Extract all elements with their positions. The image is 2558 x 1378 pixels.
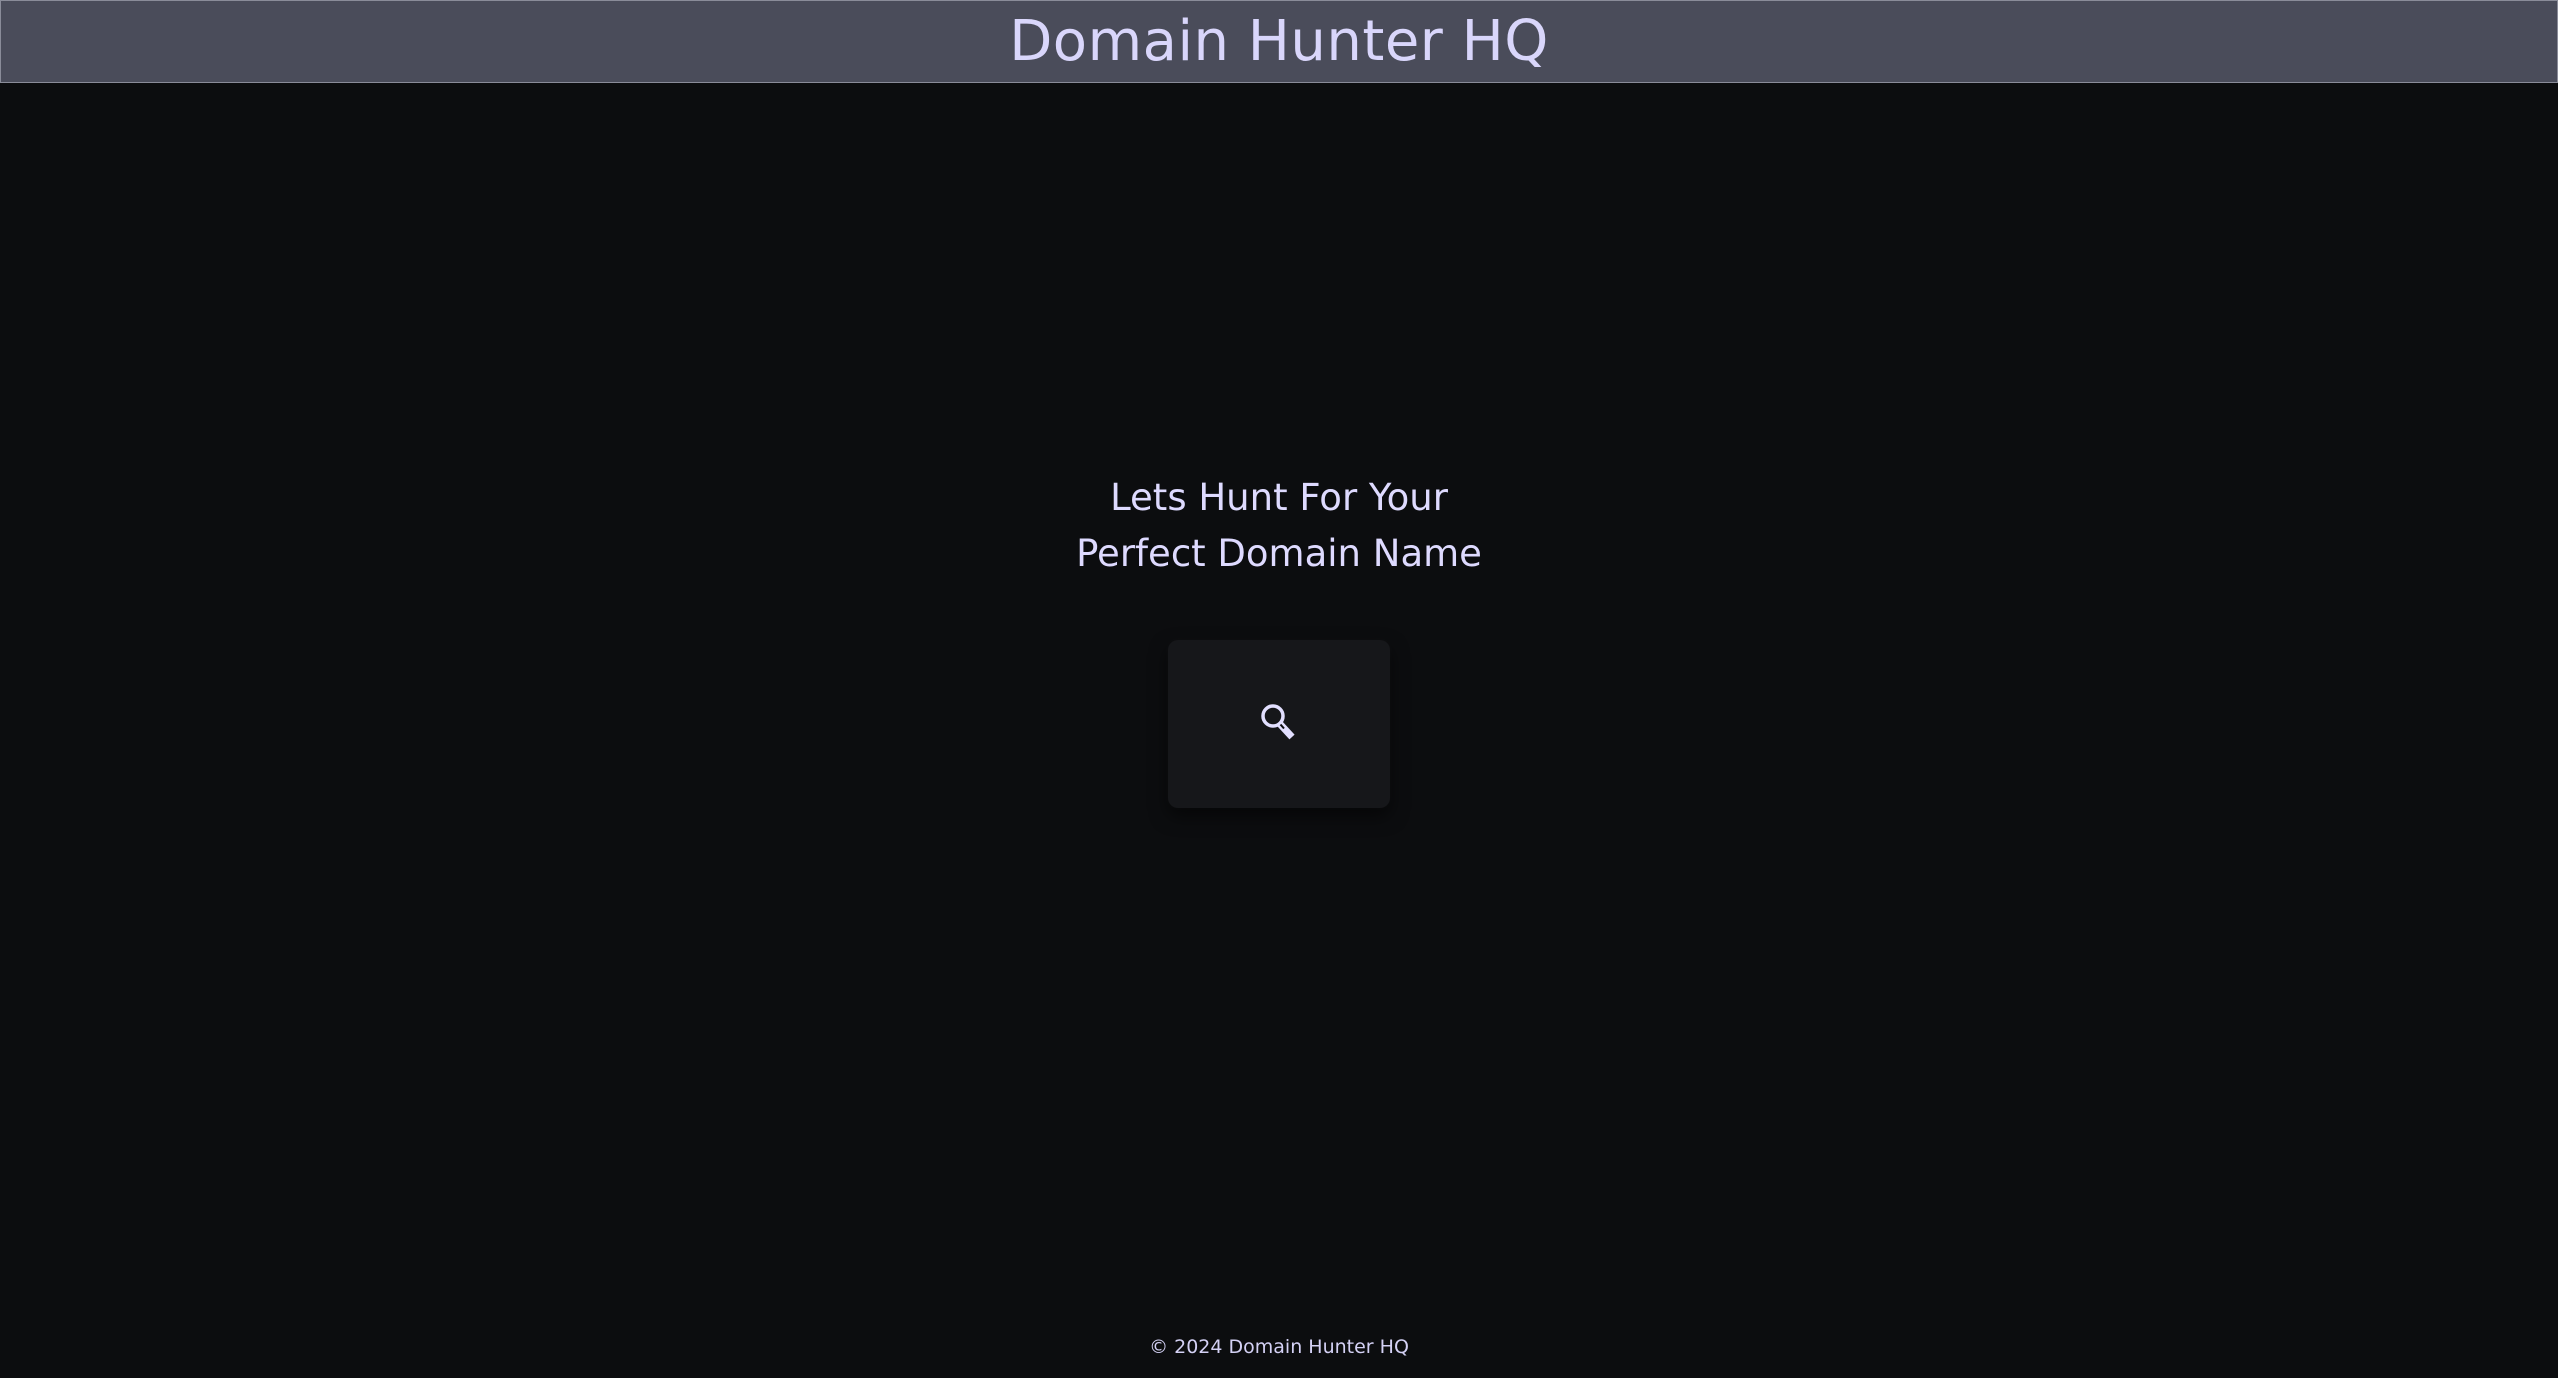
search-button[interactable] [1168,640,1390,808]
magnifier-icon [1261,704,1295,740]
header-bar: Domain Hunter HQ [0,0,2558,83]
footer-copyright: © 2024 Domain Hunter HQ [1149,1336,1409,1358]
site-title: Domain Hunter HQ [1009,8,1549,74]
tagline-line-2: Perfect Domain Name [1076,532,1482,575]
hero-section: Lets Hunt For Your Perfect Domain Name [0,470,2558,582]
tagline-line-1: Lets Hunt For Your [1110,476,1448,519]
